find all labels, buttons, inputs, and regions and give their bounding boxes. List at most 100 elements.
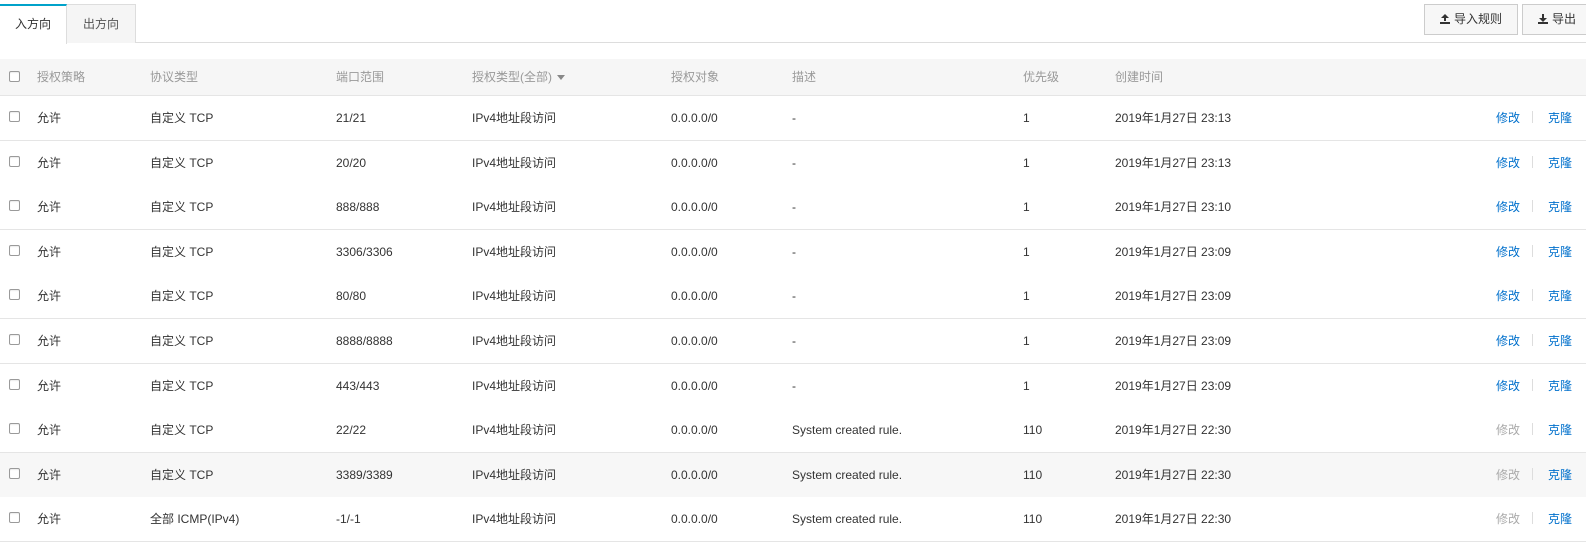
rule-auth-type: IPv4地址段访问: [472, 334, 557, 348]
column-header-priority: 优先级: [1023, 70, 1060, 84]
edit-link[interactable]: 修改: [1496, 230, 1520, 274]
rule-created-time: 2019年1月27日 22:30: [1115, 512, 1232, 527]
rule-port-range: 8888/8888: [336, 334, 393, 348]
rule-auth-object: 0.0.0.0/0: [671, 200, 718, 215]
action-divider: [1532, 244, 1533, 257]
rule-strategy: 允许: [37, 244, 62, 259]
rule-auth-object: 0.0.0.0/0: [671, 334, 718, 348]
rule-description: -: [792, 244, 796, 259]
edit-link[interactable]: 修改: [1496, 364, 1520, 408]
caret-down-icon: [557, 75, 565, 81]
rule-auth-type: IPv4地址段访问: [472, 244, 557, 259]
rule-created-time: 2019年1月27日 23:09: [1115, 334, 1232, 348]
rule-created-time: 2019年1月27日 23:09: [1115, 244, 1232, 259]
column-header-port: 端口范围: [336, 70, 385, 84]
table-row: 允许 自定义 TCP 8888/8888 IPv4地址段访问 0.0.0.0/0 - 1 20…: [0, 319, 1586, 364]
rule-port-range: 3389/3389: [336, 467, 393, 482]
rule-auth-type: IPv4地址段访问: [472, 512, 557, 527]
rule-protocol: 自定义 TCP: [150, 467, 214, 482]
clone-link[interactable]: 克隆: [1548, 141, 1572, 185]
row-checkbox[interactable]: [9, 289, 20, 301]
row-checkbox[interactable]: [9, 244, 20, 256]
action-divider: [1532, 200, 1533, 213]
action-divider: [1532, 111, 1533, 123]
table-row: 允许 自定义 TCP 3306/3306 IPv4地址段访问 0.0.0.0/0 - 1 20…: [0, 229, 1586, 275]
table-row: 允许 全部 ICMP(IPv4) -1/-1 IPv4地址段访问 0.0.0.0/0 Sy…: [0, 497, 1586, 543]
row-checkbox[interactable]: [9, 378, 20, 390]
rule-description: System created rule.: [792, 423, 903, 438]
row-checkbox[interactable]: [9, 467, 20, 479]
rule-auth-object: 0.0.0.0/0: [671, 467, 718, 482]
rule-description: -: [792, 334, 796, 348]
table-header: 授权策略 协议类型 端口范围 授权类型(全部) 授权对象 描述 优先级 创建时间: [0, 59, 1586, 96]
rule-port-range: 888/888: [336, 200, 380, 215]
rule-port-range: 20/20: [336, 155, 367, 170]
column-header-auth-object: 授权对象: [671, 70, 720, 84]
import-rules-button[interactable]: 导入规则: [1424, 4, 1518, 35]
clone-link[interactable]: 克隆: [1548, 364, 1572, 408]
row-checkbox[interactable]: [9, 512, 20, 524]
rule-protocol: 自定义 TCP: [150, 423, 214, 438]
edit-link[interactable]: 修改: [1496, 185, 1520, 229]
clone-link[interactable]: 克隆: [1548, 230, 1572, 274]
column-header-created: 创建时间: [1115, 70, 1164, 84]
rule-strategy: 允许: [37, 512, 62, 527]
table-row: 允许 自定义 TCP 3389/3389 IPv4地址段访问 0.0.0.0/0 Syst…: [0, 452, 1586, 498]
row-checkbox[interactable]: [9, 155, 20, 167]
rule-created-time: 2019年1月27日 23:10: [1115, 200, 1232, 215]
rule-port-range: 22/22: [336, 423, 367, 438]
rule-priority: 1: [1023, 244, 1030, 259]
tab-outbound[interactable]: 出方向: [67, 4, 136, 43]
rule-strategy: 允许: [37, 155, 62, 170]
rule-port-range: 80/80: [336, 289, 367, 304]
export-rules-button[interactable]: 导出: [1522, 4, 1586, 35]
action-divider: [1532, 155, 1533, 168]
edit-link[interactable]: 修改: [1496, 141, 1520, 185]
clone-link[interactable]: 克隆: [1548, 274, 1572, 318]
rule-strategy: 允许: [37, 111, 62, 125]
clone-link[interactable]: 克隆: [1548, 96, 1572, 140]
clone-link[interactable]: 克隆: [1548, 453, 1572, 497]
row-checkbox[interactable]: [9, 423, 20, 435]
tab-inbound[interactable]: 入方向: [0, 4, 67, 44]
row-checkbox[interactable]: [9, 200, 20, 212]
edit-link[interactable]: 修改: [1496, 96, 1520, 140]
action-divider: [1532, 378, 1533, 391]
rule-priority: 110: [1023, 512, 1043, 527]
rule-protocol: 自定义 TCP: [150, 111, 214, 125]
rule-created-time: 2019年1月27日 23:09: [1115, 289, 1232, 304]
clone-link[interactable]: 克隆: [1548, 185, 1572, 229]
rule-protocol: 自定义 TCP: [150, 244, 214, 259]
rule-description: System created rule.: [792, 512, 903, 527]
rule-created-time: 2019年1月27日 23:13: [1115, 111, 1232, 125]
clone-link[interactable]: 克隆: [1548, 408, 1572, 452]
edit-link[interactable]: 修改: [1496, 319, 1520, 363]
rule-strategy: 允许: [37, 334, 62, 348]
row-checkbox[interactable]: [9, 111, 20, 122]
rule-description: -: [792, 378, 796, 393]
rule-created-time: 2019年1月27日 22:30: [1115, 423, 1232, 438]
edit-link: 修改: [1496, 512, 1521, 527]
rule-port-range: 443/443: [336, 378, 380, 393]
rule-auth-type: IPv4地址段访问: [472, 467, 557, 482]
column-header-strategy: 授权策略: [37, 70, 86, 84]
clone-link[interactable]: 克隆: [1548, 319, 1572, 363]
action-divider: [1532, 334, 1533, 346]
rule-strategy: 允许: [37, 423, 62, 438]
rule-priority: 1: [1023, 289, 1030, 304]
edit-link[interactable]: 修改: [1496, 274, 1520, 318]
edit-link: 修改: [1496, 467, 1521, 482]
rule-protocol: 自定义 TCP: [150, 289, 214, 304]
table-row: 允许 自定义 TCP 20/20 IPv4地址段访问 0.0.0.0/0 - 1 2019年1…: [0, 140, 1586, 186]
row-checkbox[interactable]: [9, 334, 20, 345]
clone-link[interactable]: 克隆: [1548, 497, 1572, 541]
rule-strategy: 允许: [37, 289, 62, 304]
rule-protocol: 自定义 TCP: [150, 155, 214, 170]
action-divider: [1532, 467, 1533, 480]
rule-description: -: [792, 111, 796, 125]
column-header-auth-type[interactable]: 授权类型(全部): [472, 59, 565, 96]
select-all-checkbox[interactable]: [9, 71, 20, 82]
rule-port-range: 21/21: [336, 111, 367, 125]
column-header-description: 描述: [792, 70, 817, 84]
export-rules-label: 导出: [1552, 12, 1577, 26]
